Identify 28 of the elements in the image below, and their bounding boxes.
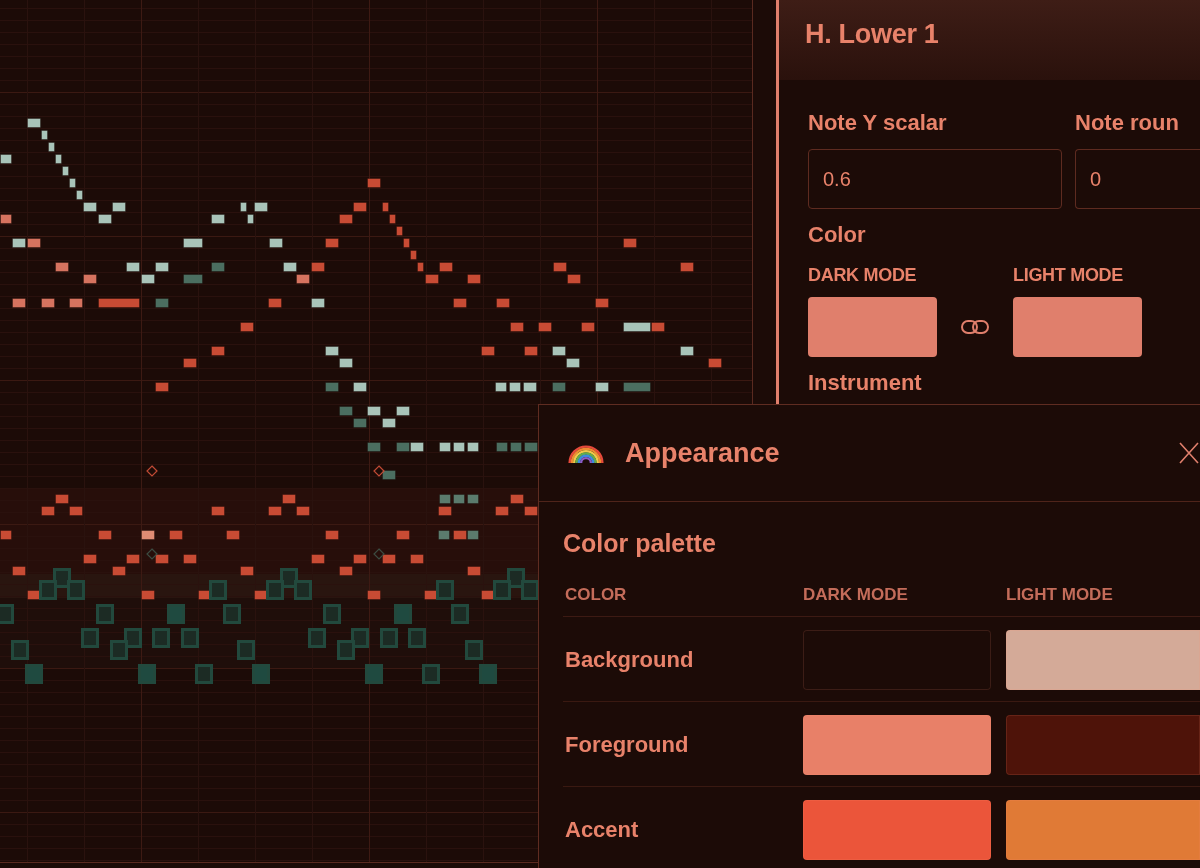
color-swatch[interactable] xyxy=(1013,297,1142,357)
color-swatch[interactable] xyxy=(808,297,937,357)
number-input[interactable]: 0.6 xyxy=(808,149,1062,209)
column-header: LIGHT MODE xyxy=(1006,584,1113,606)
number-input[interactable]: 0 xyxy=(1075,149,1200,209)
column-header: DARK MODE xyxy=(803,584,908,606)
color-swatch[interactable] xyxy=(1006,715,1200,775)
section-label: Color xyxy=(808,221,866,249)
column-header: COLOR xyxy=(565,584,627,606)
color-swatch[interactable] xyxy=(1006,800,1200,860)
dialog-title: Appearance xyxy=(625,437,781,469)
color-swatch[interactable] xyxy=(803,630,991,690)
row-label: Foreground xyxy=(565,731,689,759)
color-swatch[interactable] xyxy=(1006,630,1200,690)
mode-label: LIGHT MODE xyxy=(1013,265,1123,285)
chain-link-icon[interactable] xyxy=(961,320,989,334)
track-title: H. Lower 1 xyxy=(805,18,939,50)
row-label: Accent xyxy=(565,816,639,844)
section-title: Color palette xyxy=(563,528,717,558)
close-icon[interactable] xyxy=(1179,442,1199,464)
mode-label: DARK MODE xyxy=(808,265,917,285)
field-label: Note Y scalar xyxy=(808,109,947,137)
row-label: Background xyxy=(565,646,694,674)
color-swatch[interactable] xyxy=(803,715,991,775)
section-label: Instrument xyxy=(808,369,922,397)
field-label: Note roun xyxy=(1075,109,1179,137)
rainbow-icon xyxy=(568,443,604,463)
color-swatch[interactable] xyxy=(803,800,991,860)
